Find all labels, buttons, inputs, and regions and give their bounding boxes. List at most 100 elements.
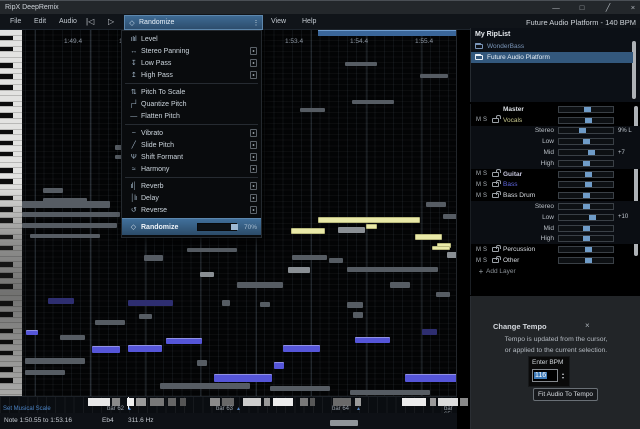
mixer-slider[interactable] [558,214,614,221]
menu-audio[interactable]: Audio [56,14,80,30]
mixer-slider-handle[interactable] [583,193,590,198]
bass-note[interactable] [166,338,202,344]
vocal-note[interactable] [291,228,325,234]
mixer-slider[interactable] [558,203,614,210]
bass-note[interactable] [92,346,120,353]
vocal-note[interactable] [415,234,442,240]
menu-item-high-pass[interactable]: ↥High Pass [122,69,261,81]
randomize-slider-row[interactable]: ◇Randomize70% [122,218,261,235]
ghost-note[interactable] [436,292,450,297]
mixer-slider-handle[interactable] [584,107,591,112]
riplist-item-future-audio-platform[interactable]: Future Audio Platform [471,52,633,63]
options-box-icon[interactable] [250,47,257,55]
tempo-marker-icon[interactable]: ▲ [127,406,132,412]
bar-ruler[interactable]: Set Musical Scale bar 62▲bar 63▲bar 64▲b… [0,396,457,413]
vocal-note[interactable] [432,246,450,250]
mixer-slider-handle[interactable] [588,150,595,155]
ghost-note[interactable] [300,108,325,112]
bass-note-dim[interactable] [422,329,437,335]
vocal-note[interactable] [366,224,377,229]
ghost-note[interactable] [350,390,430,395]
menu-help[interactable]: Help [299,14,319,30]
solo-button[interactable]: S [483,117,490,123]
ghost-note[interactable] [43,188,63,193]
piano-keyboard[interactable] [0,30,22,396]
play-icon[interactable]: ▷ [108,14,114,30]
mixer-slider[interactable] [558,171,614,178]
ghost-note[interactable] [30,234,100,238]
ghost-note[interactable] [420,74,448,78]
ghost-note[interactable] [187,248,237,252]
bpm-input[interactable]: 116 [532,369,558,382]
solo-button[interactable]: S [483,258,490,264]
mixer-row-guitar[interactable]: MSGuitar [471,169,640,180]
options-box-icon[interactable] [250,71,257,79]
mixer-slider-handle[interactable] [579,128,586,133]
lock-icon[interactable] [492,182,499,187]
bass-note[interactable] [355,337,390,343]
menu-item-vibrato[interactable]: ~Vibrato [122,127,261,139]
menu-item-harmony[interactable]: ≈Harmony [122,163,261,175]
minimize-icon[interactable]: — [549,1,563,14]
mixer-row-bass[interactable]: MSBass [471,180,640,191]
options-box-icon[interactable] [250,194,257,202]
ghost-note[interactable] [338,227,365,233]
options-box-icon[interactable] [250,141,257,149]
ghost-note[interactable] [60,335,85,340]
ghost-note[interactable] [95,320,125,325]
randomize-dropdown[interactable]: ◇ Randomize ⋮ [124,15,263,30]
mixer-slider-handle[interactable] [583,139,590,144]
kebab-menu-icon[interactable]: ⋮ [250,19,262,27]
solo-button[interactable]: S [483,193,490,199]
mixer-slider[interactable] [558,127,614,134]
bass-note[interactable] [26,330,38,335]
bpm-stepper[interactable]: ▴ ▾ [559,369,567,382]
ghost-note[interactable] [22,212,120,217]
mixer-slider-handle[interactable] [585,258,592,263]
menu-item-flatten-pitch[interactable]: —Flatten Pitch [122,110,261,122]
mute-button[interactable]: M [476,117,483,123]
ghost-note[interactable] [144,255,163,261]
ghost-note[interactable] [197,360,207,366]
ghost-note[interactable] [288,267,310,273]
bass-note[interactable] [283,345,320,352]
ghost-note[interactable] [200,272,214,277]
ghost-note[interactable] [25,358,85,364]
mixer-slider[interactable] [558,181,614,188]
solo-button[interactable]: S [483,171,490,177]
menu-item-pitch-to-scale[interactable]: ⇅Pitch To Scale [122,86,261,98]
ghost-note[interactable] [22,201,110,208]
bass-note[interactable] [405,374,457,382]
dialog-close-icon[interactable]: × [585,321,590,330]
ghost-note[interactable] [426,202,446,207]
tempo-marker-icon[interactable]: ▲ [356,406,361,412]
bass-note[interactable] [214,374,272,382]
riplist-item-wonderbass[interactable]: WonderBass [471,41,633,52]
fit-audio-to-tempo-button[interactable]: Fit Audio To Tempo [533,388,598,401]
mixer-slider[interactable] [558,225,614,232]
lock-icon[interactable] [492,118,499,123]
menu-item-low-pass[interactable]: ↧Low Pass [122,57,261,69]
lock-icon[interactable] [492,258,499,263]
lock-icon[interactable] [492,172,499,177]
bass-note-dim[interactable] [48,298,74,304]
mixer-row-other[interactable]: MSOther [471,255,640,266]
ghost-note[interactable] [347,267,438,272]
ghost-note[interactable] [353,312,363,318]
menu-item-level[interactable]: ıIılLevel [122,33,261,45]
lock-icon[interactable] [492,193,499,198]
mixer-slider-handle[interactable] [585,182,592,187]
mixer-row-percussion[interactable]: MSPercussion [471,244,640,255]
mute-button[interactable]: M [476,171,483,177]
mixer-slider[interactable] [558,246,614,253]
timeline-selection[interactable] [318,30,457,36]
ghost-note[interactable] [139,314,152,319]
vocal-note[interactable] [318,217,420,223]
ghost-note[interactable] [390,282,410,288]
ghost-note[interactable] [345,62,377,66]
spinner-down-icon[interactable]: ▾ [562,376,564,380]
tempo-marker-icon[interactable]: ▲ [236,406,241,412]
mixer-slider[interactable] [558,106,614,113]
ghost-note[interactable] [292,255,327,260]
bass-note-dim[interactable] [128,300,173,306]
